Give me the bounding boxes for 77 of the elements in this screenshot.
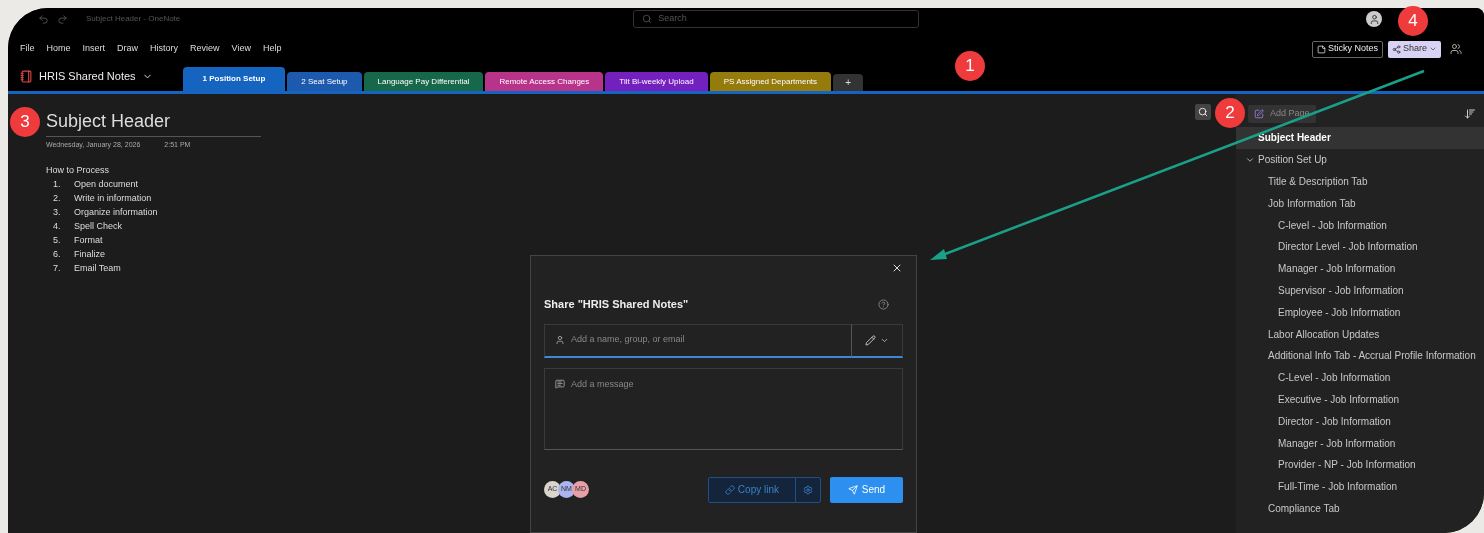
help-icon[interactable] xyxy=(878,298,889,310)
page-item[interactable]: Employee - Job Information xyxy=(1236,301,1484,324)
section-tab[interactable]: 2 Seat Setup xyxy=(287,72,362,91)
window-title: Subject Header - OneNote xyxy=(86,13,181,25)
section-tab[interactable]: Remote Access Changes xyxy=(485,72,604,91)
page-item[interactable]: Supervisor - Job Information xyxy=(1236,279,1484,302)
sort-icon[interactable] xyxy=(1464,108,1476,120)
page-item[interactable]: Manager - Job Information xyxy=(1236,257,1484,280)
menu-item[interactable]: Help xyxy=(262,42,282,56)
close-button[interactable] xyxy=(891,262,903,274)
account-icon[interactable] xyxy=(1366,11,1383,27)
page-item[interactable]: Labor Allocation Updates xyxy=(1236,323,1484,345)
pencil-icon xyxy=(865,334,876,346)
notebook-icon xyxy=(20,70,33,83)
dialog-title: Share "HRIS Shared Notes" xyxy=(544,297,689,312)
step-text: Spell Check xyxy=(74,220,123,233)
step-text: Write in information xyxy=(74,192,152,205)
add-page-icon xyxy=(1254,109,1264,119)
settings-icon xyxy=(803,484,813,495)
step-number: 5. xyxy=(53,234,62,247)
page-item[interactable]: C-level - Job Information xyxy=(1236,214,1484,236)
link-icon xyxy=(724,484,735,495)
page-item[interactable]: Provider - NP - Job Information xyxy=(1236,453,1484,476)
page-item[interactable]: Compliance Tab xyxy=(1236,497,1484,520)
step-text: Finalize xyxy=(74,248,105,261)
permission-dropdown[interactable] xyxy=(851,323,903,358)
page-item[interactable]: Executive - Job Information xyxy=(1236,388,1484,411)
section-tab[interactable]: 1 Position Setup xyxy=(182,67,286,91)
people-icon[interactable] xyxy=(1450,43,1462,55)
section-tab[interactable]: Tilt Bi-weekly Upload xyxy=(605,72,708,91)
search-icon[interactable] xyxy=(1195,104,1211,120)
recipient-input[interactable]: Add a name, group, or email xyxy=(571,333,851,347)
share-icon xyxy=(1391,44,1401,54)
person-icon xyxy=(555,335,565,345)
notebook-selector[interactable]: HRIS Shared Notes xyxy=(20,68,153,85)
message-icon xyxy=(555,378,565,389)
page-item[interactable]: Position Set Up xyxy=(1236,148,1484,171)
step-text: Format xyxy=(74,234,103,247)
step-text: Email Team xyxy=(74,262,121,275)
page-item[interactable]: Director Level - Job Information xyxy=(1236,236,1484,258)
step-number: 6. xyxy=(53,248,62,261)
share-button[interactable]: Share xyxy=(1387,40,1441,58)
step-text: Open document xyxy=(74,178,139,191)
note-icon xyxy=(1316,44,1326,54)
message-placeholder: Add a message xyxy=(571,377,634,391)
add-section-button[interactable]: + xyxy=(833,74,864,91)
menu-item[interactable]: File xyxy=(20,42,35,56)
menu-item[interactable]: Draw xyxy=(117,42,139,56)
step-number: 4. xyxy=(53,220,62,233)
page-item[interactable]: Job Information Tab xyxy=(1236,192,1484,215)
step-number: 3. xyxy=(53,206,62,219)
search-icon xyxy=(642,14,653,24)
list-heading: How to Process xyxy=(46,163,111,177)
send-icon xyxy=(847,484,858,495)
page-item[interactable]: Additional Info Tab - Accrual Profile Information xyxy=(1236,344,1484,367)
menu-item[interactable]: View xyxy=(231,42,251,56)
recipient-field[interactable]: Add a name, group, or email xyxy=(544,323,851,358)
menu-item[interactable]: Review xyxy=(190,42,220,56)
section-tab[interactable]: Language Pay Differential xyxy=(363,72,484,91)
menu-item[interactable]: Insert xyxy=(82,42,106,56)
message-field[interactable]: Add a message xyxy=(544,367,903,450)
menu-item[interactable]: History xyxy=(150,42,179,56)
page-item[interactable]: Manager - Job Information xyxy=(1236,432,1484,454)
section-tab[interactable]: PS Assigned Departments xyxy=(709,72,832,91)
page-item[interactable]: C-Level - Job Information xyxy=(1236,366,1484,389)
step-text: Organize information xyxy=(74,206,158,219)
caret-icon xyxy=(1429,45,1437,53)
page-item[interactable]: Director - Job Information xyxy=(1236,410,1484,433)
page-item[interactable]: Full-Time - Job Information xyxy=(1236,475,1484,498)
step-number: 2. xyxy=(53,192,62,205)
menu-item[interactable]: Home xyxy=(46,42,71,56)
step-number: 7. xyxy=(53,262,62,275)
sticky-notes-button[interactable]: Sticky Notes xyxy=(1311,40,1383,58)
step-number: 1. xyxy=(53,178,62,191)
page-item[interactable]: Subject Header xyxy=(1236,127,1484,149)
page-title: Subject Header xyxy=(46,108,261,137)
page-item[interactable]: Title & Description Tab xyxy=(1236,170,1484,193)
